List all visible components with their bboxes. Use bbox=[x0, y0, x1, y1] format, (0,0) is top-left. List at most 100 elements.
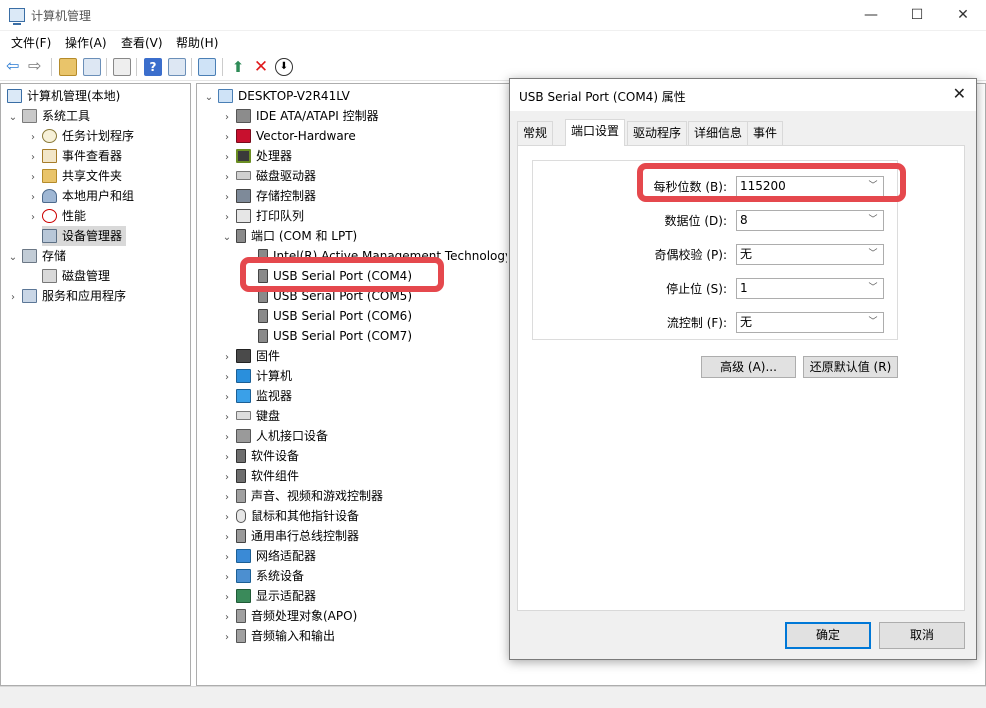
device-port-com7[interactable]: USB Serial Port (COM7) bbox=[258, 326, 412, 346]
chevron-right-icon[interactable]: › bbox=[221, 408, 233, 428]
chevron-right-icon[interactable]: › bbox=[221, 368, 233, 388]
chevron-right-icon[interactable]: › bbox=[221, 208, 233, 228]
device-category-computer[interactable]: › 计算机 bbox=[221, 366, 292, 386]
chevron-right-icon[interactable]: › bbox=[221, 628, 233, 648]
device-category-ports[interactable]: ⌄ 端口 (COM 和 LPT) bbox=[221, 226, 357, 246]
chevron-right-icon[interactable]: › bbox=[221, 128, 233, 148]
tree-item-task-scheduler[interactable]: › 任务计划程序 bbox=[27, 126, 134, 146]
device-category-keyboards[interactable]: › 键盘 bbox=[221, 406, 280, 426]
tree-item-disk-management[interactable]: 磁盘管理 bbox=[42, 266, 110, 286]
device-category-vector[interactable]: › Vector-Hardware bbox=[221, 126, 356, 146]
device-category-sound[interactable]: › 声音、视频和游戏控制器 bbox=[221, 486, 383, 506]
chevron-right-icon[interactable]: › bbox=[221, 608, 233, 628]
tab-details[interactable]: 详细信息 bbox=[688, 121, 749, 145]
update-driver-icon[interactable]: ⬆ bbox=[229, 58, 247, 76]
close-button[interactable]: ✕ bbox=[940, 0, 986, 31]
chevron-right-icon[interactable]: › bbox=[221, 348, 233, 368]
chevron-down-icon[interactable]: ⌄ bbox=[203, 88, 215, 108]
device-tree-root[interactable]: ⌄ DESKTOP-V2R41LV bbox=[203, 86, 350, 106]
tree-item-local-users[interactable]: › 本地用户和组 bbox=[27, 186, 134, 206]
tree-item-shared-folders[interactable]: › 共享文件夹 bbox=[27, 166, 122, 186]
device-category-system[interactable]: › 系统设备 bbox=[221, 566, 304, 586]
stop-bits-select[interactable]: 1 ﹀ bbox=[736, 278, 884, 299]
chevron-right-icon[interactable]: › bbox=[27, 128, 39, 148]
chevron-right-icon[interactable]: › bbox=[27, 148, 39, 168]
tab-events[interactable]: 事件 bbox=[747, 121, 784, 145]
device-category-processor[interactable]: › 处理器 bbox=[221, 146, 292, 166]
device-category-software-components[interactable]: › 软件组件 bbox=[221, 466, 299, 486]
chevron-down-icon[interactable]: ⌄ bbox=[221, 228, 233, 248]
chevron-right-icon[interactable]: › bbox=[221, 388, 233, 408]
usb-icon bbox=[236, 528, 246, 543]
properties-icon[interactable] bbox=[113, 58, 131, 76]
chevron-right-icon[interactable]: › bbox=[221, 588, 233, 608]
download-arrow-icon[interactable]: ⬇ bbox=[275, 58, 293, 76]
tree-item-performance[interactable]: › 性能 bbox=[27, 206, 86, 226]
chevron-right-icon[interactable]: › bbox=[221, 428, 233, 448]
tree-item-event-viewer[interactable]: › 事件查看器 bbox=[27, 146, 122, 166]
device-category-software-devices[interactable]: › 软件设备 bbox=[221, 446, 299, 466]
chevron-right-icon[interactable]: › bbox=[27, 188, 39, 208]
tab-port-settings[interactable]: 端口设置 bbox=[565, 119, 626, 146]
restore-defaults-button[interactable]: 还原默认值 (R) bbox=[803, 356, 898, 378]
advanced-button[interactable]: 高级 (A)... bbox=[701, 356, 796, 378]
tab-driver[interactable]: 驱动程序 bbox=[627, 121, 688, 145]
data-bits-select[interactable]: 8 ﹀ bbox=[736, 210, 884, 231]
device-category-audio-io[interactable]: › 音频输入和输出 bbox=[221, 626, 335, 646]
cancel-button[interactable]: 取消 bbox=[879, 622, 965, 649]
help-icon[interactable]: ? bbox=[144, 58, 162, 76]
menu-help[interactable]: 帮助(H) bbox=[176, 34, 218, 51]
menu-view[interactable]: 查看(V) bbox=[121, 34, 163, 51]
chevron-right-icon[interactable]: › bbox=[221, 508, 233, 528]
device-port-com6[interactable]: USB Serial Port (COM6) bbox=[258, 306, 412, 326]
minimize-button[interactable]: — bbox=[848, 0, 894, 31]
device-category-storage-controllers[interactable]: › 存储控制器 bbox=[221, 186, 316, 206]
chevron-right-icon[interactable]: › bbox=[221, 468, 233, 488]
device-category-monitors[interactable]: › 监视器 bbox=[221, 386, 292, 406]
maximize-button[interactable]: ☐ bbox=[894, 0, 940, 31]
chevron-right-icon[interactable]: › bbox=[7, 288, 19, 308]
ok-button[interactable]: 确定 bbox=[785, 622, 871, 649]
device-category-ide[interactable]: › IDE ATA/ATAPI 控制器 bbox=[221, 106, 379, 126]
menu-action[interactable]: 操作(A) bbox=[65, 34, 107, 51]
forward-arrow-icon[interactable]: ⇨ bbox=[28, 58, 46, 76]
device-category-apo[interactable]: › 音频处理对象(APO) bbox=[221, 606, 357, 626]
dialog-close-icon[interactable]: ✕ bbox=[953, 84, 966, 103]
chevron-right-icon[interactable]: › bbox=[221, 108, 233, 128]
flow-control-select[interactable]: 无 ﹀ bbox=[736, 312, 884, 333]
device-category-network[interactable]: › 网络适配器 bbox=[221, 546, 316, 566]
back-arrow-icon[interactable]: ⇦ bbox=[6, 58, 24, 76]
tree-item-services-apps[interactable]: › 服务和应用程序 bbox=[7, 286, 126, 306]
uninstall-x-icon[interactable]: ✕ bbox=[252, 58, 270, 76]
device-category-firmware[interactable]: › 固件 bbox=[221, 346, 280, 366]
chevron-right-icon[interactable]: › bbox=[221, 448, 233, 468]
folder-up-icon[interactable] bbox=[59, 58, 77, 76]
chevron-right-icon[interactable]: › bbox=[221, 528, 233, 548]
chevron-down-icon[interactable]: ⌄ bbox=[7, 108, 19, 128]
chevron-right-icon[interactable]: › bbox=[221, 148, 233, 168]
device-category-disk-drives[interactable]: › 磁盘驱动器 bbox=[221, 166, 316, 186]
device-category-hid[interactable]: › 人机接口设备 bbox=[221, 426, 328, 446]
chevron-right-icon[interactable]: › bbox=[221, 568, 233, 588]
chevron-right-icon[interactable]: › bbox=[221, 548, 233, 568]
chevron-right-icon[interactable]: › bbox=[221, 168, 233, 188]
chevron-right-icon[interactable]: › bbox=[27, 208, 39, 228]
menu-file[interactable]: 文件(F) bbox=[11, 34, 51, 51]
tree-item-storage[interactable]: ⌄ 存储 bbox=[7, 246, 66, 266]
parity-select[interactable]: 无 ﹀ bbox=[736, 244, 884, 265]
chevron-right-icon[interactable]: › bbox=[221, 488, 233, 508]
monitor-icon[interactable] bbox=[198, 58, 216, 76]
tree-item-system-tools[interactable]: ⌄ 系统工具 bbox=[7, 106, 90, 126]
device-category-print-queues[interactable]: › 打印队列 bbox=[221, 206, 304, 226]
show-hide-tree-icon[interactable] bbox=[83, 58, 101, 76]
tree-item-device-manager[interactable]: 设备管理器 bbox=[42, 226, 127, 246]
chevron-right-icon[interactable]: › bbox=[27, 168, 39, 188]
chevron-right-icon[interactable]: › bbox=[221, 188, 233, 208]
action-pane-icon[interactable] bbox=[168, 58, 186, 76]
chevron-down-icon[interactable]: ⌄ bbox=[7, 248, 19, 268]
tab-general[interactable]: 常规 bbox=[517, 121, 554, 145]
device-category-mice[interactable]: › 鼠标和其他指针设备 bbox=[221, 506, 359, 526]
device-category-display[interactable]: › 显示适配器 bbox=[221, 586, 316, 606]
tree-item-computer-management[interactable]: 计算机管理(本地) bbox=[7, 86, 120, 106]
device-category-usb[interactable]: › 通用串行总线控制器 bbox=[221, 526, 359, 546]
